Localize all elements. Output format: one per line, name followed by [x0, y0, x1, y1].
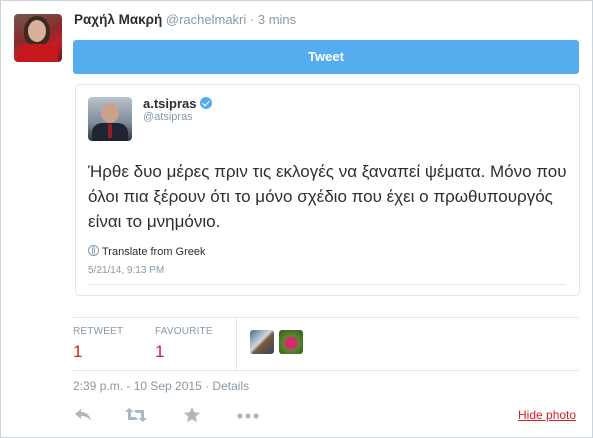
translate-link[interactable]: Translate from Greek — [88, 245, 206, 258]
tweet-meta[interactable]: 2:39 p.m. - 10 Sep 2015 · Details — [73, 379, 249, 393]
favourite-stat[interactable]: FAVOURITE 1 — [155, 326, 213, 362]
embedded-handle[interactable]: @atsipras — [143, 111, 193, 123]
tweet-button[interactable]: Tweet — [73, 40, 579, 74]
more-icon[interactable] — [237, 406, 259, 429]
favourite-label: FAVOURITE — [155, 326, 213, 337]
embedded-tweet[interactable]: a.tsipras @atsipras Ήρθε δυο μέρες πριν … — [75, 84, 580, 296]
favourite-count: 1 — [155, 342, 165, 361]
hide-photo-link[interactable]: Hide photo — [518, 408, 576, 422]
retweet-icon[interactable] — [125, 406, 147, 429]
reply-icon[interactable] — [73, 406, 93, 429]
tweet-header: Ραχήλ Μακρή @rachelmakri · 3 mins — [74, 12, 296, 27]
retweet-count: 1 — [73, 342, 83, 361]
favouriter-avatar[interactable] — [279, 330, 303, 354]
embedded-date[interactable]: 5/21/14, 9:13 PM — [88, 265, 164, 276]
embedded-name[interactable]: a.tsipras — [143, 96, 196, 111]
embedded-name-row: a.tsipras — [143, 96, 213, 111]
embedded-avatar[interactable] — [88, 97, 132, 141]
favorite-icon[interactable] — [183, 406, 201, 429]
retweet-stat[interactable]: RETWEET 1 — [73, 326, 123, 362]
user-name[interactable]: Ραχήλ Μακρή — [74, 12, 162, 27]
retweet-label: RETWEET — [73, 326, 124, 337]
verified-icon — [200, 97, 213, 109]
globe-icon — [88, 245, 99, 256]
translate-label: Translate from Greek — [102, 246, 206, 258]
retweeter-avatar[interactable] — [250, 330, 274, 354]
embedded-text: Ήρθε δυο μέρες πριν τις εκλογές να ξαναπ… — [88, 162, 567, 231]
tweet-time[interactable]: 3 mins — [258, 12, 296, 27]
tweet-stats: RETWEET 1 FAVOURITE 1 — [73, 317, 579, 371]
user-avatar[interactable] — [14, 14, 62, 62]
embedded-divider — [88, 284, 566, 285]
user-handle[interactable]: @rachelmakri — [166, 12, 246, 27]
stats-divider — [236, 318, 237, 370]
header-separator: · — [249, 12, 255, 27]
